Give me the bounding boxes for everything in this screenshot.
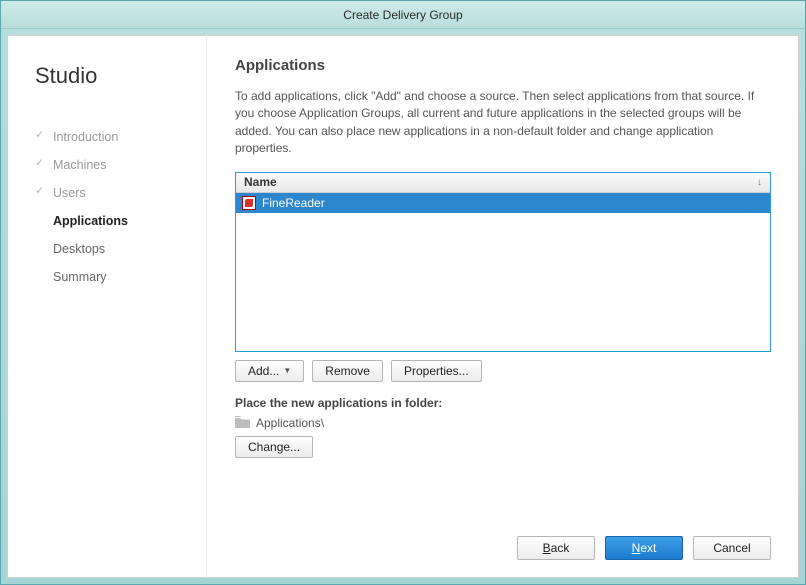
cancel-button[interactable]: Cancel: [693, 536, 771, 560]
wizard-sidebar: Studio Introduction Machines Users Appli…: [7, 35, 207, 578]
folder-icon: [235, 416, 250, 430]
page-description: To add applications, click "Add" and cho…: [235, 88, 771, 158]
sort-arrow-icon: ↓: [757, 177, 762, 188]
properties-button-label: Properties...: [404, 364, 469, 378]
back-mnemonic: B: [543, 541, 551, 555]
wizard-step-label: Applications: [53, 214, 128, 228]
table-body: FineReader: [236, 193, 770, 351]
back-label: ack: [551, 541, 570, 555]
wizard-step-label: Machines: [53, 158, 107, 172]
wizard-steps: Introduction Machines Users Applications…: [35, 123, 186, 291]
sidebar-title: Studio: [35, 63, 186, 89]
wizard-step-introduction[interactable]: Introduction: [35, 123, 186, 151]
chevron-down-icon: ▼: [283, 366, 291, 375]
properties-button[interactable]: Properties...: [391, 360, 482, 382]
content: Studio Introduction Machines Users Appli…: [7, 35, 799, 578]
wizard-step-users[interactable]: Users: [35, 179, 186, 207]
app-name: FineReader: [262, 196, 325, 210]
wizard-step-desktops[interactable]: Desktops: [35, 235, 186, 263]
table-header[interactable]: Name ↓: [236, 173, 770, 193]
table-row[interactable]: FineReader: [236, 193, 770, 213]
dialog-window: Create Delivery Group Studio Introductio…: [0, 0, 806, 585]
cancel-label: Cancel: [713, 541, 750, 555]
wizard-step-machines[interactable]: Machines: [35, 151, 186, 179]
table-buttons: Add... ▼ Remove Properties...: [235, 360, 771, 382]
app-icon: [242, 196, 256, 210]
wizard-step-label: Introduction: [53, 130, 118, 144]
wizard-footer: Back Next Cancel: [235, 516, 771, 560]
remove-button[interactable]: Remove: [312, 360, 383, 382]
add-button-label: Add...: [248, 364, 279, 378]
content-outer: Studio Introduction Machines Users Appli…: [1, 29, 805, 584]
change-button-label: Change...: [248, 440, 300, 454]
folder-row: Applications\: [235, 416, 771, 430]
folder-label: Place the new applications in folder:: [235, 396, 771, 410]
title-bar: Create Delivery Group: [1, 1, 805, 29]
column-name: Name: [244, 175, 277, 189]
wizard-step-applications[interactable]: Applications: [35, 207, 186, 235]
next-label: ext: [640, 541, 656, 555]
back-button[interactable]: Back: [517, 536, 595, 560]
change-folder-button[interactable]: Change...: [235, 436, 313, 458]
window-title: Create Delivery Group: [343, 8, 462, 22]
wizard-step-label: Summary: [53, 270, 106, 284]
add-button[interactable]: Add... ▼: [235, 360, 304, 382]
wizard-step-summary[interactable]: Summary: [35, 263, 186, 291]
main-panel: Applications To add applications, click …: [207, 35, 799, 578]
wizard-step-label: Users: [53, 186, 86, 200]
remove-button-label: Remove: [325, 364, 370, 378]
folder-path: Applications\: [256, 416, 324, 430]
next-button[interactable]: Next: [605, 536, 683, 560]
wizard-step-label: Desktops: [53, 242, 105, 256]
applications-table: Name ↓ FineReader: [235, 172, 771, 352]
page-heading: Applications: [235, 57, 771, 74]
folder-buttons: Change...: [235, 436, 771, 458]
